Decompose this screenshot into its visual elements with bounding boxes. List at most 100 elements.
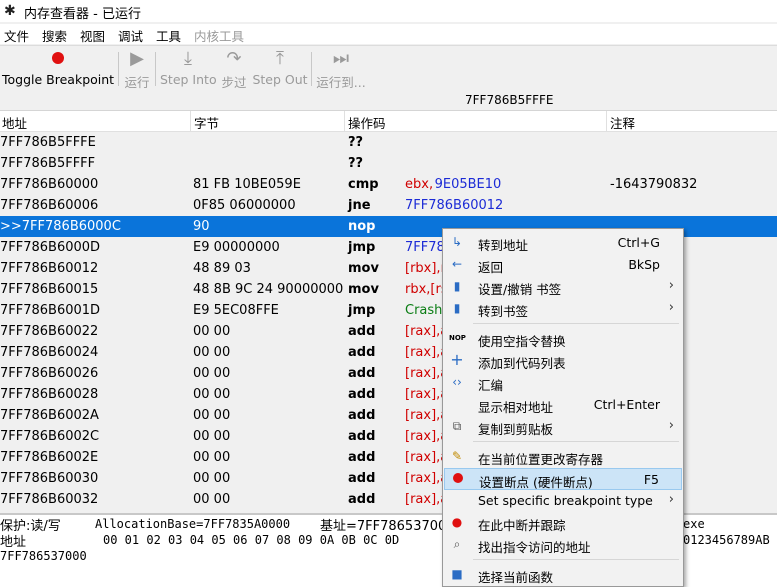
col-address[interactable]: 地址 (2, 113, 27, 132)
row-opcode: cmp (348, 177, 379, 192)
toolbar-separator (311, 52, 312, 86)
bookmark-icon: ▮ (453, 279, 461, 293)
edit-register-icon: ✎ (451, 449, 463, 463)
row-bytes: 00 00 (193, 471, 231, 486)
menu-item-assemble[interactable]: ‹› 汇编 (444, 372, 682, 394)
menu-item-goto-bookmark[interactable]: ▮ 转到书签 › (444, 298, 682, 320)
module-ext: exe (683, 517, 705, 531)
row-opcode: add (348, 492, 376, 507)
row-bytes: 00 00 (193, 345, 231, 360)
hex-addr-label: 地址 (0, 535, 27, 550)
row-bytes: 00 00 (193, 408, 231, 423)
row-address: 7FF786B60024 (0, 345, 99, 360)
row-bytes: 48 89 03 (193, 261, 251, 276)
menu-item-set-breakpoint[interactable]: 设置断点 (硬件断点) F5 (444, 468, 682, 490)
row-opcode: jmp (348, 303, 376, 318)
step-into-icon: ⤓ (184, 48, 192, 69)
row-operand-target: 9E05BE10 (434, 177, 502, 192)
menu-separator (473, 323, 679, 324)
col-opcode[interactable]: 操作码 (348, 113, 386, 132)
row-opcode: mov (348, 261, 379, 276)
row-address: 7FF786B5FFFF (0, 156, 96, 171)
toggle-breakpoint-button[interactable]: Toggle Breakpoint (2, 46, 114, 92)
col-comment[interactable]: 注释 (610, 113, 635, 132)
toolbar-separator (118, 52, 119, 86)
breakpoint-dot-icon (2, 46, 114, 72)
run-to-icon: ⏭ (332, 48, 350, 69)
row-comment: -1643790832 (610, 177, 698, 192)
row-address: 7FF786B60022 (0, 324, 99, 339)
row-opcode: add (348, 450, 376, 465)
break-trace-icon: ● (451, 515, 463, 529)
menu-debug[interactable]: 调试 (118, 26, 143, 45)
goto-address-icon: ↳ (451, 235, 463, 249)
toolbar-separator (155, 52, 156, 86)
row-opcode: add (348, 471, 376, 486)
play-icon: ▶ (130, 48, 144, 69)
row-address: 7FF786B6002A (0, 408, 99, 423)
code-icon: ‹› (452, 375, 462, 389)
hex-column-header: 00 01 02 03 04 05 06 07 08 09 0A 0B 0C 0… (103, 533, 400, 547)
menu-item-goto-address[interactable]: ↳ 转到地址 Ctrl+G (444, 232, 682, 254)
menu-item-change-register[interactable]: ✎ 在当前位置更改寄存器 (444, 446, 682, 468)
row-address: 7FF786B60032 (0, 492, 99, 507)
row-opcode: ?? (348, 135, 364, 150)
row-opcode: nop (348, 219, 376, 234)
menu-file[interactable]: 文件 (4, 26, 29, 45)
menu-search[interactable]: 搜索 (42, 26, 67, 45)
menu-item-specific-breakpoint[interactable]: Set specific breakpoint type › (444, 490, 682, 512)
disasm-row[interactable]: 7FF786B5FFFF?? (0, 153, 777, 174)
run-button[interactable]: ▶ 运行 (122, 46, 152, 92)
submenu-arrow-icon: › (668, 492, 674, 507)
row-opcode: add (348, 429, 376, 444)
col-bytes[interactable]: 字节 (194, 113, 219, 132)
submenu-arrow-icon: › (668, 278, 674, 293)
plus-icon: + (450, 350, 464, 369)
allocation-base: AllocationBase=7FF7835A0000 (95, 517, 291, 531)
step-out-button[interactable]: ⤒ Step Out (252, 46, 308, 92)
row-opcode: add (348, 387, 376, 402)
row-opcode: add (348, 408, 376, 423)
menu-item-bookmark[interactable]: ▮ 设置/撤销 书签 › (444, 276, 682, 298)
row-address: 7FF786B5FFFE (0, 135, 96, 150)
disasm-row[interactable]: 7FF786B5FFFE?? (0, 132, 777, 153)
row-bytes: 00 00 (193, 450, 231, 465)
menu-item-select-function[interactable]: ■ 选择当前函数 (444, 564, 682, 586)
row-opcode: jmp (348, 240, 376, 255)
menu-view[interactable]: 视图 (80, 26, 105, 45)
step-over-button[interactable]: ↷ 步过 (218, 46, 250, 92)
address-label-bar: 7FF786B5FFFE (0, 92, 777, 110)
disasm-row[interactable]: 7FF786B60000 81 FB 10BE059E cmp ebx, 9E05BE1… (0, 174, 777, 195)
menu-kernel-tools[interactable]: 内核工具 (194, 26, 244, 45)
menu-item-back[interactable]: ← 返回 BkSp (444, 254, 682, 276)
menu-item-break-trace[interactable]: ● 在此中断并跟踪 (444, 512, 682, 534)
row-address: 7FF786B60028 (0, 387, 99, 402)
row-address: 7FF786B60012 (0, 261, 99, 276)
window-title: 内存查看器 - 已运行 (24, 7, 141, 22)
step-out-icon: ⤒ (276, 48, 284, 69)
row-bytes: 00 00 (193, 492, 231, 507)
menu-item-find-access[interactable]: ⌕ 找出指令访问的地址 (444, 534, 682, 556)
row-address: 7FF786B60006 (0, 198, 99, 213)
menu-item-replace-nop[interactable]: NOP 使用空指令替换 (444, 328, 682, 350)
row-operand: ebx, (405, 177, 434, 192)
disasm-row[interactable]: 7FF786B60006 0F85 06000000 jne 7FF786B60012 (0, 195, 777, 216)
row-operand-target: 7FF786B60012 (405, 198, 504, 213)
row-opcode: add (348, 366, 376, 381)
menu-tools[interactable]: 工具 (156, 26, 181, 45)
run-to-button[interactable]: ⏭ 运行到... (316, 46, 366, 92)
menu-item-add-codelist[interactable]: + 添加到代码列表 (444, 350, 682, 372)
step-into-button[interactable]: ⤓ Step Into (160, 46, 217, 92)
row-bytes: 48 8B 9C 24 90000000 (193, 282, 344, 297)
copy-icon: ⧉ (452, 419, 462, 433)
menu-item-copy-clipboard[interactable]: ⧉ 复制到剪贴板 › (444, 416, 682, 438)
row-address: 7FF786B6000D (0, 240, 101, 255)
row-address: 7FF786B60030 (0, 471, 99, 486)
row-opcode: ?? (348, 156, 364, 171)
row-operand: Crashl (405, 303, 447, 318)
row-bytes: 90 (193, 219, 210, 234)
menu-item-show-relative[interactable]: 显示相对地址 Ctrl+Enter (444, 394, 682, 416)
menu-bar: 文件 搜索 视图 调试 工具 内核工具 (0, 24, 777, 44)
current-address: 7FF786B5FFFE (465, 93, 554, 107)
ascii-column-header: 0123456789AB (683, 533, 770, 547)
